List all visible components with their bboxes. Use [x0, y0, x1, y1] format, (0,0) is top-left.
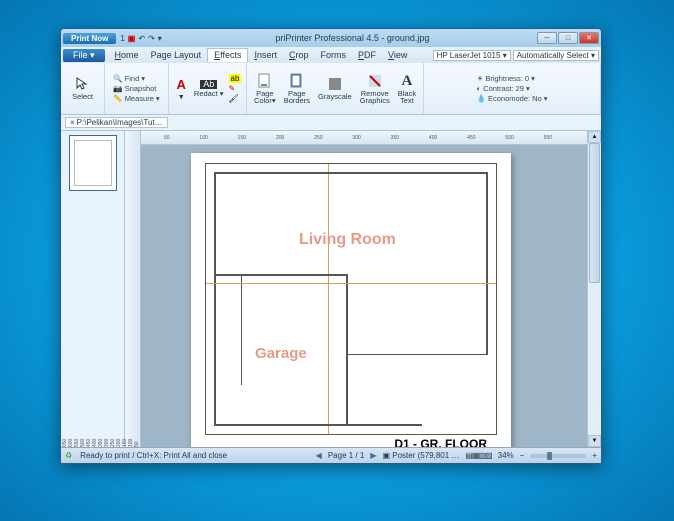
qat-page-number: 1	[120, 34, 124, 43]
black-text-button[interactable]: ABlackText	[395, 65, 419, 112]
scroll-down-icon[interactable]: ▼	[588, 435, 601, 447]
page-borders-icon	[289, 73, 305, 89]
contrast-icon: ◐	[477, 84, 482, 93]
scroll-up-icon[interactable]: ▲	[588, 131, 601, 143]
document-tab-bar: × P:\Pelikan\Images\Tut…	[61, 115, 601, 131]
zoom-out-icon[interactable]: −	[520, 451, 525, 460]
close-button[interactable]: ✕	[579, 32, 599, 44]
redo-icon[interactable]: ↷	[148, 34, 155, 43]
tab-home[interactable]: Home	[109, 50, 145, 60]
file-menu[interactable]: File ▾	[63, 49, 105, 62]
zoom-in-icon[interactable]: +	[592, 451, 597, 460]
tab-pdf[interactable]: PDF	[352, 50, 382, 60]
grayscale-icon	[327, 76, 343, 92]
contrast-row[interactable]: ◐Contrast: 29 ▾	[477, 84, 548, 93]
page-color-icon	[257, 73, 273, 89]
qat-dropdown-icon[interactable]: ▾	[158, 34, 162, 43]
select-tool[interactable]: Select	[69, 65, 96, 112]
economode-icon: 💧	[477, 94, 486, 103]
print-now-button[interactable]: Print Now	[63, 33, 116, 44]
measure-button[interactable]: 📏 Measure ▾	[113, 94, 159, 103]
tab-forms[interactable]: Forms	[315, 50, 353, 60]
brightness-row[interactable]: ☀Brightness: 0 ▾	[477, 74, 548, 83]
zoom-slider[interactable]	[530, 454, 586, 458]
canvas-area[interactable]: Living Room Garage D1 - GR. FLOOR	[141, 145, 587, 447]
grayscale-button[interactable]: Grayscale	[315, 65, 355, 112]
tab-insert[interactable]: Insert	[248, 50, 283, 60]
brightness-icon: ☀	[477, 74, 484, 83]
page-preview[interactable]: Living Room Garage D1 - GR. FLOOR	[191, 153, 511, 447]
scroll-thumb[interactable]	[589, 143, 600, 283]
highlight-icon[interactable]: ab	[229, 74, 242, 83]
remove-graphics-icon	[367, 73, 383, 89]
view-buttons[interactable]: ▤▦▧▨	[465, 451, 491, 460]
vertical-ruler: 5010015020025030035040045050055060065070…	[125, 131, 141, 447]
status-text: Ready to print / Ctrl+X: Print All and c…	[80, 451, 227, 460]
workspace: 5010015020025030035040045050055060065070…	[61, 131, 601, 447]
app-window: Print Now 1 ▣ ↶ ↷ ▾ priPrinter Professio…	[60, 28, 602, 464]
living-room-label: Living Room	[299, 231, 396, 249]
redact-button[interactable]: Ab Redact ▾	[191, 65, 227, 112]
document-tab[interactable]: × P:\Pelikan\Images\Tut…	[65, 117, 168, 128]
poster-indicator[interactable]: ▣ Poster (579,801 …	[382, 451, 459, 460]
close-tab-icon[interactable]: ×	[70, 118, 75, 127]
highlight2-icon[interactable]: ✎	[229, 84, 242, 93]
status-bar: ♻ Ready to print / Ctrl+X: Print All and…	[61, 447, 601, 463]
tray-select[interactable]: Automatically Select ▾	[513, 50, 599, 61]
tab-crop[interactable]: Crop	[283, 50, 315, 60]
undo-icon[interactable]: ↶	[138, 34, 145, 43]
recycle-icon[interactable]: ♻	[65, 451, 72, 460]
tab-page-layout[interactable]: Page Layout	[145, 50, 208, 60]
maximize-button[interactable]: □	[558, 32, 578, 44]
window-title: priPrinter Professional 4.5 - ground.jpg	[168, 33, 537, 43]
zoom-value: 34%	[498, 451, 514, 460]
minimize-button[interactable]: ─	[537, 32, 557, 44]
find-button[interactable]: 🔍 Find ▾	[113, 74, 159, 83]
menubar: File ▾ Home Page Layout Effects Insert C…	[61, 47, 601, 63]
horizontal-ruler: 50100150200250300350400450500550	[141, 131, 587, 145]
tab-view[interactable]: View	[382, 50, 413, 60]
cursor-icon	[74, 76, 90, 92]
page-color-button[interactable]: PageColor▾	[251, 65, 279, 112]
printer-select[interactable]: HP LaserJet 1015 ▾	[433, 50, 511, 61]
economode-row[interactable]: 💧Economode: No ▾	[477, 94, 548, 103]
ribbon: Select 🔍 Find ▾ 📷 Snapshot 📏 Measure ▾ A…	[61, 63, 601, 115]
page-indicator: Page 1 / 1	[328, 451, 364, 460]
paint-icon[interactable]: 🖌	[229, 94, 242, 103]
garage-label: Garage	[255, 345, 307, 362]
floor-plan	[205, 163, 497, 435]
quick-access-toolbar: 1 ▣ ↶ ↷ ▾	[120, 34, 161, 43]
font-color-button[interactable]: A▾	[174, 65, 189, 112]
titlebar: Print Now 1 ▣ ↶ ↷ ▾ priPrinter Professio…	[61, 29, 601, 47]
snapshot-button[interactable]: 📷 Snapshot	[113, 84, 159, 93]
page-borders-button[interactable]: PageBorders	[281, 65, 313, 112]
pdf-icon[interactable]: ▣	[128, 34, 136, 43]
tab-effects[interactable]: Effects	[207, 48, 248, 62]
floor-title-label: D1 - GR. FLOOR	[394, 437, 487, 447]
remove-graphics-button[interactable]: RemoveGraphics	[357, 65, 393, 112]
vertical-scrollbar[interactable]: ▲ ▼	[587, 131, 601, 447]
